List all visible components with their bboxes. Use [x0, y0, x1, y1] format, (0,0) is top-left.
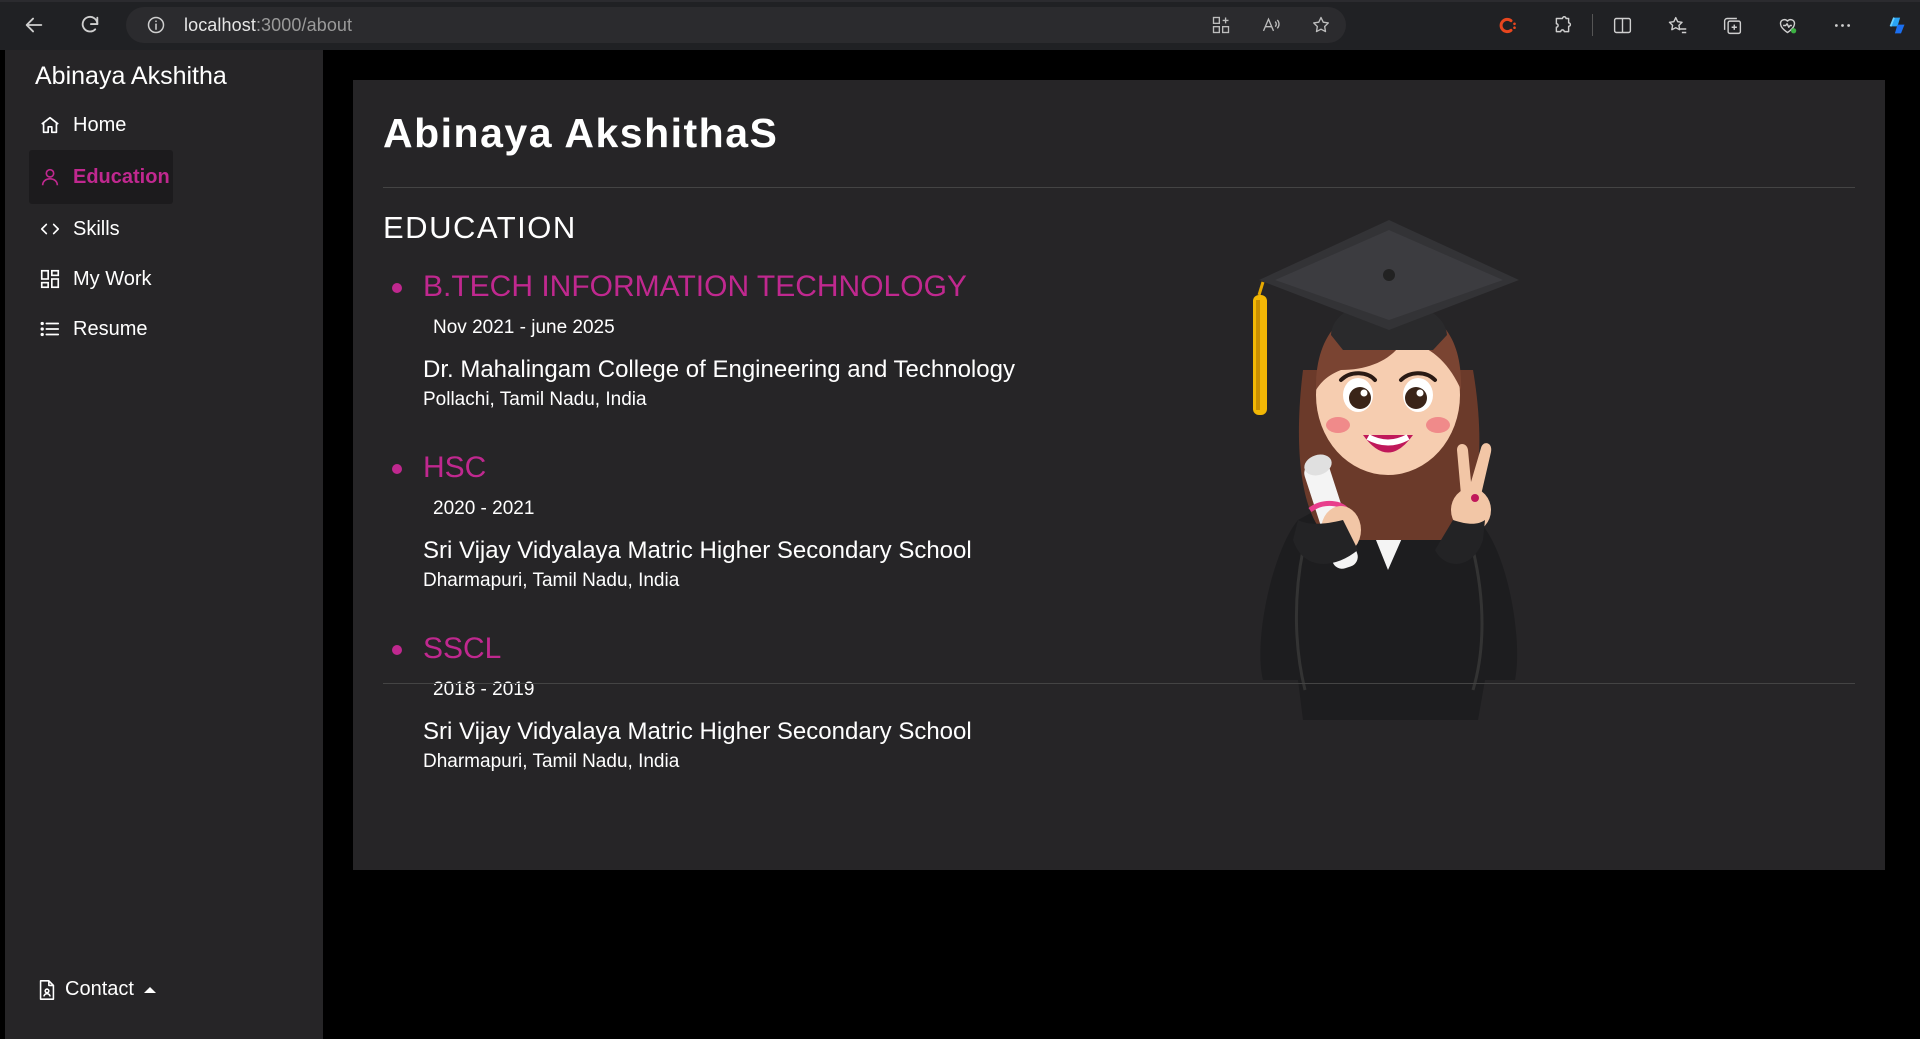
url-host: localhost [184, 14, 256, 35]
sidebar-item-label: My Work [73, 267, 152, 290]
sidebar-item-resume[interactable]: Resume [29, 304, 299, 354]
sidebar-item-education[interactable]: Education [29, 150, 173, 204]
education-degree: SSCL [423, 632, 502, 665]
brand-name[interactable]: Abinaya Akshitha [35, 62, 227, 91]
copilot-icon[interactable] [1870, 7, 1920, 43]
back-button[interactable] [17, 9, 51, 41]
toolbar-separator [1592, 14, 1593, 36]
education-degree: HSC [423, 451, 487, 484]
sidebar-item-label: Skills [73, 217, 120, 240]
grid-icon [40, 269, 60, 289]
arrow-left-icon [25, 17, 43, 33]
more-options-icon[interactable] [1815, 7, 1870, 43]
education-item: SSCL 2018 - 2019 Sri Vijay Vidyalaya Mat… [383, 632, 1083, 813]
code-icon [40, 223, 60, 235]
contact-dropdown[interactable]: Contact [37, 978, 156, 1001]
info-icon[interactable] [146, 15, 166, 35]
bullet [392, 464, 402, 474]
education-degree: B.TECH INFORMATION TECHNOLOGY [423, 270, 967, 303]
education-item: HSC 2020 - 2021 Sri Vijay Vidyalaya Matr… [383, 451, 1083, 632]
about-card: Abinaya AkshithaS EDUCATION B.TECH INFOR… [353, 80, 1885, 870]
sidebar-item-label: Resume [73, 317, 148, 340]
sidebar-item-label: Education [73, 165, 170, 188]
home-icon [41, 116, 59, 134]
extension-c-icon[interactable] [1480, 7, 1535, 43]
sidebar: Abinaya Akshitha Home Education Skills M… [5, 50, 323, 1039]
education-school: Dr. Mahalingam College of Engineering an… [423, 356, 1015, 383]
user-icon [41, 168, 59, 186]
read-aloud-icon[interactable] [1246, 7, 1296, 43]
refresh-button[interactable] [73, 9, 107, 41]
section-title: EDUCATION [383, 210, 577, 245]
education-school: Sri Vijay Vidyalaya Matric Higher Second… [423, 537, 972, 564]
education-item: B.TECH INFORMATION TECHNOLOGY Nov 2021 -… [383, 270, 1083, 451]
favorite-star-icon[interactable] [1296, 7, 1346, 43]
education-dates: Nov 2021 - june 2025 [433, 317, 615, 338]
app-available-icon[interactable] [1196, 7, 1246, 43]
bottom-divider [383, 683, 1855, 684]
split-screen-icon[interactable] [1595, 7, 1650, 43]
education-location: Dharmapuri, Tamil Nadu, India [423, 570, 680, 591]
caret-up-icon [143, 986, 156, 993]
education-location: Pollachi, Tamil Nadu, India [423, 389, 647, 410]
sidebar-item-home[interactable]: Home [29, 100, 299, 150]
browser-toolbar: localhost:3000/about [0, 0, 1920, 50]
refresh-icon [81, 15, 99, 33]
bullet [392, 283, 402, 293]
sidebar-nav: Home Education Skills My Work Resume [29, 100, 299, 354]
education-location: Dharmapuri, Tamil Nadu, India [423, 751, 680, 772]
top-divider [383, 187, 1855, 188]
collections-icon[interactable] [1705, 7, 1760, 43]
education-list: B.TECH INFORMATION TECHNOLOGY Nov 2021 -… [383, 270, 1083, 813]
browser-essentials-icon[interactable] [1760, 7, 1815, 43]
list-icon [40, 321, 60, 337]
sidebar-item-skills[interactable]: Skills [29, 204, 299, 254]
address-bar-actions [1196, 7, 1346, 43]
education-dates: 2020 - 2021 [433, 498, 535, 519]
browser-toolbar-icons [1480, 7, 1920, 43]
sidebar-item-label: Home [73, 113, 127, 136]
graduate-illustration [1253, 220, 1519, 720]
sidebar-item-my-work[interactable]: My Work [29, 254, 299, 304]
favorites-icon[interactable] [1650, 7, 1705, 43]
url-path: :3000/about [255, 14, 353, 35]
page-title: Abinaya AkshithaS [383, 110, 779, 156]
url-text[interactable]: localhost:3000/about [184, 15, 352, 36]
education-school: Sri Vijay Vidyalaya Matric Higher Second… [423, 718, 972, 745]
document-icon [39, 979, 55, 1000]
tab-strip-edge [0, 0, 1920, 2]
contact-label: Contact [65, 978, 134, 1000]
address-bar[interactable]: localhost:3000/about [126, 7, 1346, 43]
extensions-puzzle-icon[interactable] [1535, 7, 1590, 43]
bullet [392, 645, 402, 655]
